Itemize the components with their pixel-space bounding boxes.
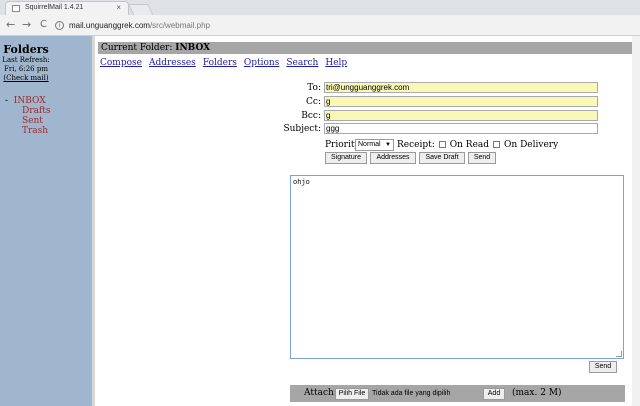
add-attachment-button[interactable]: Add (483, 388, 505, 400)
resize-handle-icon[interactable] (616, 351, 622, 357)
send-button-top[interactable]: Send (468, 152, 496, 164)
page-favicon-icon (12, 5, 20, 12)
max-size-text: (max. 2 M) (512, 388, 562, 398)
browser-tab-strip: SquirrelMail 1.4.21 × (0, 0, 640, 16)
folder-item-sent[interactable]: Sent (5, 116, 50, 126)
on-delivery-checkbox[interactable] (493, 141, 501, 148)
folder-tree: - INBOX Drafts Sent Trash (5, 96, 50, 136)
on-read-checkbox[interactable] (438, 141, 446, 148)
url-path: /src/webmail.php (149, 21, 210, 30)
save-draft-button[interactable]: Save Draft (419, 152, 465, 164)
signature-button[interactable]: Signature (325, 152, 367, 164)
bcc-field[interactable]: g (324, 110, 598, 121)
inbox-prefix: - (5, 96, 9, 106)
menu-search[interactable]: Search (286, 58, 318, 68)
tab-close-icon[interactable]: × (116, 3, 121, 12)
folder-item-inbox[interactable]: - INBOX (5, 96, 50, 106)
address-bar: ← → C i mail.unguanggrek.com/src/webmail.… (0, 15, 640, 36)
last-refresh-label: Last Refresh: (2, 56, 50, 64)
receipt-group: Receipt: On Read On Delivery (397, 140, 558, 150)
forward-arrow-icon[interactable]: → (22, 18, 31, 32)
menu-folders[interactable]: Folders (203, 58, 237, 68)
on-delivery-label: On Delivery (504, 140, 559, 150)
bcc-label: Bcc: (301, 111, 321, 121)
menu-options[interactable]: Options (244, 58, 279, 68)
folder-label-inbox[interactable]: INBOX (14, 96, 46, 106)
message-body-text: ohjo (293, 179, 310, 187)
main-menu: Compose Addresses Folders Options Search Help (100, 58, 354, 68)
subject-field[interactable]: ggg (324, 123, 598, 134)
reload-icon[interactable]: C (40, 18, 47, 32)
menu-help[interactable]: Help (325, 58, 347, 68)
back-arrow-icon[interactable]: ← (6, 18, 15, 32)
folder-item-drafts[interactable]: Drafts (5, 106, 50, 116)
current-folder-bar: Current Folder: INBOX (98, 42, 638, 54)
dropdown-arrow-icon: ▼ (385, 142, 391, 148)
menu-compose[interactable]: Compose (100, 58, 142, 68)
addresses-button[interactable]: Addresses (370, 152, 416, 164)
cc-label: Cc: (306, 97, 321, 107)
priority-select[interactable]: Normal ▼ (355, 139, 394, 151)
site-info-icon[interactable]: i (55, 21, 64, 31)
attach-bar: Attach: Pilih File Tidak ada file yang d… (290, 385, 625, 402)
subject-label: Subject: (283, 124, 321, 134)
url-field[interactable]: i mail.unguanggrek.com/src/webmail.php (55, 18, 635, 33)
compose-frame: Current Folder: INBOX Compose Addresses Fo… (95, 36, 640, 406)
last-refresh-time: Fri, 6:26 pm (4, 65, 48, 73)
browser-tab[interactable]: SquirrelMail 1.4.21 × (5, 1, 129, 15)
url-host: mail.unguanggrek.com (69, 21, 150, 30)
receipt-label: Receipt: (397, 140, 435, 150)
cc-field[interactable]: g (324, 96, 598, 107)
check-mail-link[interactable]: (Check mail) (0, 74, 52, 83)
on-read-label: On Read (449, 140, 490, 150)
current-folder-label: Current Folder: (101, 43, 173, 53)
message-body-textarea[interactable]: ohjo (290, 175, 624, 359)
choose-file-button[interactable]: Pilih File (335, 388, 369, 400)
send-button-bottom[interactable]: Send (589, 361, 617, 373)
folder-frame: Folders Last Refresh: Fri, 6:26 pm (Chec… (0, 36, 92, 406)
to-field[interactable]: tri@ungguanggrek.com (324, 82, 598, 93)
options-row: Priority: Normal ▼ Receipt: On Read On Deli… (325, 139, 585, 151)
page-scrollbar[interactable] (632, 36, 640, 406)
tab-title: SquirrelMail 1.4.21 (25, 4, 84, 11)
current-folder-name: INBOX (175, 43, 211, 53)
attach-label: Attach: (304, 388, 337, 398)
priority-value: Normal (358, 141, 381, 148)
last-refresh: Last Refresh: Fri, 6:26 pm (Check mail) (0, 56, 52, 83)
folders-title: Folders (3, 43, 49, 56)
menu-addresses[interactable]: Addresses (149, 58, 196, 68)
folder-item-trash[interactable]: Trash (5, 126, 50, 136)
no-file-text: Tidak ada file yang dipilih (372, 390, 451, 397)
to-label: To: (307, 83, 321, 93)
